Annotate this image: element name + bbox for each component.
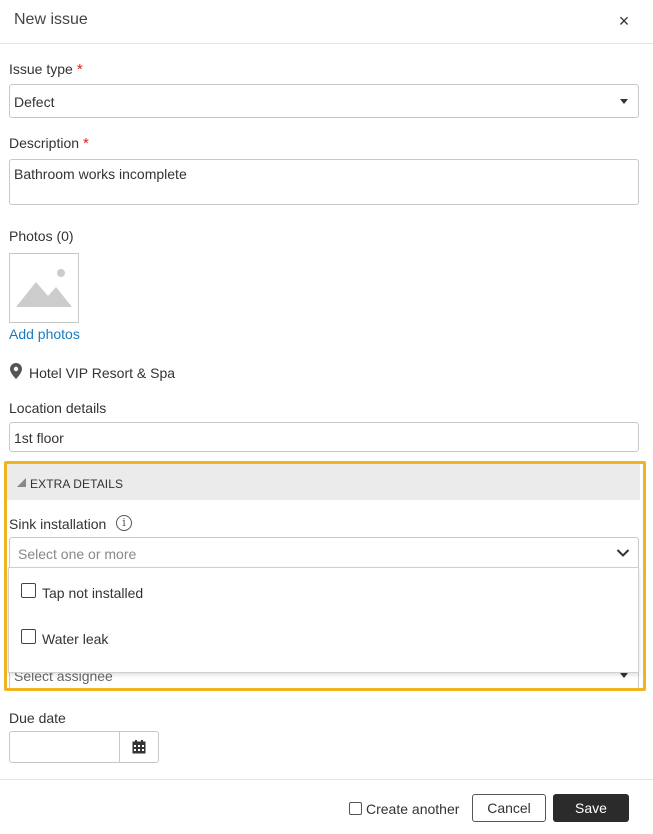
- issue-type-select[interactable]: Defect: [9, 84, 639, 118]
- location-details-label: Location details: [9, 400, 107, 416]
- caret-down-icon: [620, 99, 628, 104]
- due-date-label: Due date: [9, 710, 66, 726]
- dialog-title: New issue: [14, 11, 88, 28]
- description-label: Description *: [9, 135, 89, 152]
- issue-type-label-text: Issue type: [9, 61, 73, 77]
- issue-type-label: Issue type *: [9, 61, 83, 78]
- create-another-checkbox[interactable]: [349, 802, 362, 815]
- image-placeholder-icon: [16, 269, 72, 307]
- photo-placeholder[interactable]: [9, 253, 79, 323]
- calendar-button[interactable]: [119, 731, 159, 763]
- description-value: Bathroom works incomplete: [14, 166, 187, 182]
- required-marker: *: [83, 135, 89, 152]
- location-name: Hotel VIP Resort & Spa: [29, 365, 176, 381]
- required-marker: *: [76, 61, 83, 78]
- close-icon[interactable]: ×: [614, 11, 634, 31]
- add-photos-link[interactable]: Add photos: [9, 326, 80, 342]
- map-pin-icon: [10, 363, 22, 379]
- dialog-header: [0, 0, 653, 44]
- due-date-input[interactable]: [9, 731, 120, 763]
- description-label-text: Description: [9, 135, 80, 151]
- calendar-icon: [132, 740, 146, 754]
- issue-type-value: Defect: [14, 94, 55, 110]
- create-another-label[interactable]: Create another: [366, 801, 459, 817]
- save-button[interactable]: Save: [553, 794, 629, 822]
- location-details-input[interactable]: 1st floor: [9, 422, 639, 452]
- footer-divider: [0, 779, 653, 780]
- description-textarea[interactable]: Bathroom works incomplete: [9, 159, 639, 205]
- location-details-value: 1st floor: [14, 430, 64, 446]
- photos-label: Photos (0): [9, 228, 74, 244]
- focus-outline: [4, 461, 646, 691]
- cancel-button[interactable]: Cancel: [472, 794, 546, 822]
